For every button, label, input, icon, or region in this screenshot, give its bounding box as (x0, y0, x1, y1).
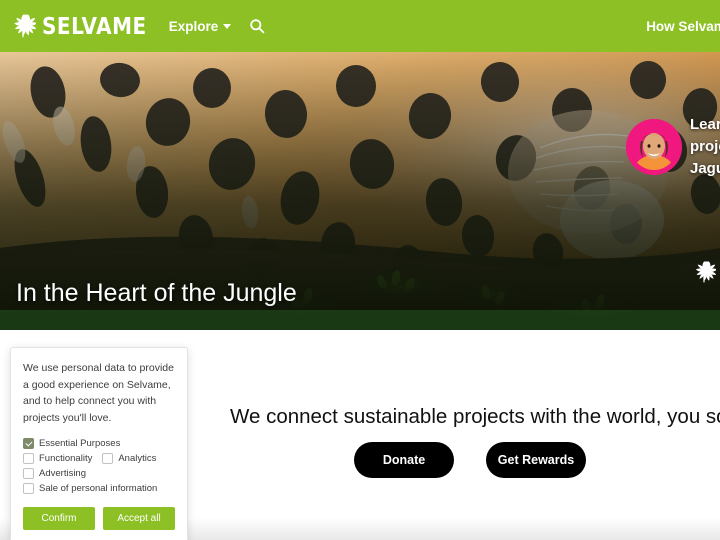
nav-link-how-selvame-works[interactable]: How Selvame Works (646, 19, 720, 34)
hero-promo-line-3: Jaguar (690, 159, 720, 177)
hero-promo-card[interactable]: Learn about the project for the Jaguar (626, 114, 720, 179)
cookie-options-list: Essential Purposes Functionality Analyti… (23, 438, 175, 495)
hero-promo-line-1: Learn about the (690, 116, 720, 133)
cookie-option-analytics[interactable]: Analytics (102, 453, 157, 465)
brand-name: SELVAME (42, 12, 147, 40)
cookie-option-label: Advertising (39, 468, 86, 480)
monstera-leaf-icon (692, 260, 718, 289)
cookie-option-label: Sale of personal information (39, 483, 158, 495)
cookie-action-buttons: Confirm Accept all (23, 507, 175, 531)
cookie-option-label: Essential Purposes (39, 438, 121, 450)
donate-button[interactable]: Donate (354, 442, 454, 478)
chevron-down-icon (223, 23, 232, 29)
checkbox-icon[interactable] (23, 468, 34, 480)
site-header: SELVAME Explore How Selvame Works (0, 0, 720, 52)
cookie-consent-banner: We use personal data to provide a good e… (10, 347, 188, 540)
avatar (626, 118, 682, 175)
get-rewards-button[interactable]: Get Rewards (486, 442, 586, 478)
hero-title: In the Heart of the Jungle (16, 279, 297, 307)
page-root: SELVAME Explore How Selvame Works (0, 0, 720, 540)
hero-promo-line-2: project for the (690, 137, 720, 155)
checkbox-icon[interactable] (23, 438, 34, 450)
header-right-group: How Selvame Works (588, 19, 720, 34)
checkbox-icon[interactable] (23, 483, 34, 495)
confirm-button[interactable]: Confirm (23, 507, 95, 531)
cookie-option-essential-purposes[interactable]: Essential Purposes (23, 438, 121, 450)
checkbox-icon[interactable] (102, 453, 114, 465)
cookie-option-label: Functionality (39, 453, 93, 465)
cookie-option-advertising[interactable]: Advertising (23, 468, 86, 480)
cookie-option-sale-of-personal-information[interactable]: Sale of personal information (23, 483, 158, 495)
nav-item-explore-label: Explore (168, 18, 219, 34)
primary-nav: Explore (169, 18, 266, 34)
monstera-leaf-icon (10, 13, 36, 39)
hero-section: Learn about the project for the Jaguar I… (0, 52, 720, 330)
brand-logo[interactable]: SELVAME (10, 12, 147, 40)
search-icon[interactable] (249, 18, 265, 34)
cookie-message: We use personal data to provide a good e… (23, 362, 174, 424)
cookie-option-label: Analytics (118, 453, 157, 465)
nav-item-explore[interactable]: Explore (169, 19, 232, 34)
checkbox-icon[interactable] (23, 453, 34, 465)
hero-promo-text: Learn about the project for the Jaguar (690, 114, 720, 179)
cookie-option-functionality[interactable]: Functionality (23, 453, 93, 465)
accept-all-button[interactable]: Accept all (103, 507, 175, 531)
